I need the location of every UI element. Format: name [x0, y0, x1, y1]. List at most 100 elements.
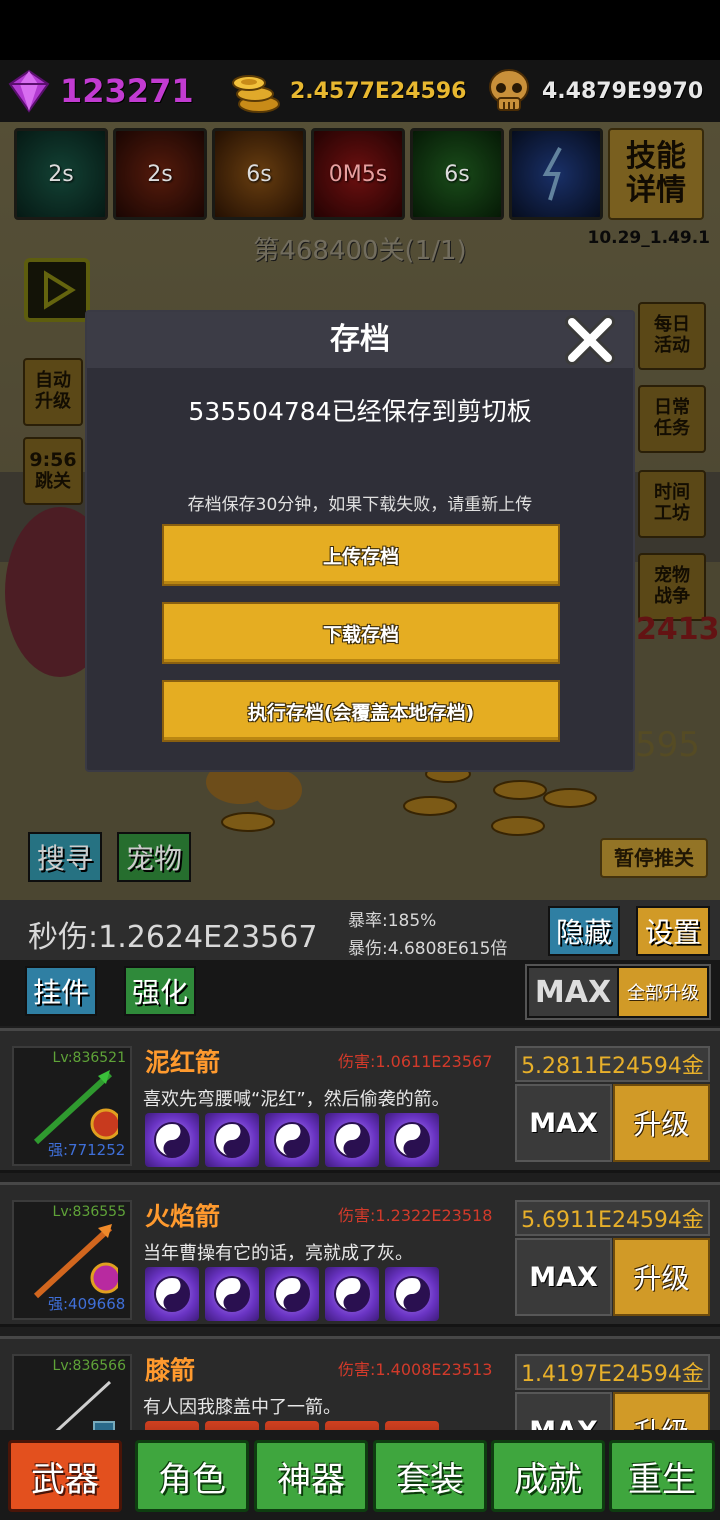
weapon-row: Lv:836555 强:409668 火焰箭 伤害:1.2322E23518 当… — [0, 1182, 720, 1327]
upgrade-label: 升级 — [633, 1108, 690, 1141]
yin-yang-orb-icon — [385, 1267, 439, 1321]
nav-tab-set[interactable]: 套装 — [373, 1440, 487, 1512]
weapon-name: 膝箭 — [145, 1356, 196, 1385]
subtabs-bar: 挂件 强化 MAX 全部升级 — [0, 960, 720, 1026]
upgrade-button[interactable]: 升级 — [613, 1238, 710, 1316]
currency-bar: 123271 2.4577E24596 4.4879E9970 — [0, 60, 720, 122]
nav-tab-rebirth[interactable]: 重生 — [609, 1440, 715, 1512]
close-icon[interactable] — [562, 312, 618, 368]
nav-tab-weapons[interactable]: 武器 — [8, 1440, 122, 1512]
attachment-tab[interactable]: 挂件 — [25, 966, 97, 1016]
upgrade-button[interactable]: 升级 — [613, 1392, 710, 1430]
nav-tab-label: 成就 — [514, 1459, 582, 1500]
weapon-level: Lv:836521 — [52, 1050, 126, 1066]
download-save-label: 下载存档 — [322, 623, 399, 646]
upgrade-all-label: 全部升级 — [627, 983, 699, 1004]
weapon-level: Lv:836555 — [52, 1204, 126, 1220]
skull-count: 4.4879E9970 — [542, 78, 704, 104]
weapon-strength: 强:409668 — [48, 1295, 126, 1313]
skill-cooldown: 6s — [444, 161, 470, 187]
crit-rate-label: 暴率:185% — [348, 911, 437, 931]
gem-slots — [145, 1267, 439, 1321]
upload-save-button[interactable]: 上传存档 — [162, 524, 560, 586]
yin-yang-orb-icon — [265, 1113, 319, 1167]
execute-save-button[interactable]: 执行存档(会覆盖本地存档) — [162, 680, 560, 742]
skill-cooldown: 0M5s — [328, 161, 388, 187]
dialog-note: 存档保存30分钟，如果下载失败，请重新上传 — [187, 495, 533, 515]
gem-slots — [145, 1113, 439, 1167]
gold-count: 2.4577E24596 — [290, 78, 467, 104]
max-button[interactable]: MAX — [515, 1084, 612, 1162]
enhance-tab-label: 强化 — [131, 976, 188, 1009]
weapon-description: 有人因我膝盖中了一箭。 — [143, 1397, 341, 1418]
skill-cooldown: 2s — [147, 161, 173, 187]
skill-cooldown: 6s — [246, 161, 272, 187]
upgrade-button[interactable]: 升级 — [613, 1084, 710, 1162]
pause-push-button[interactable]: 暂停推关 — [600, 838, 708, 878]
weapon-name: 泥红箭 — [145, 1048, 221, 1077]
gem-slots — [145, 1421, 439, 1430]
pause-push-label: 暂停推关 — [614, 845, 694, 870]
max-button[interactable]: MAX — [515, 1238, 612, 1316]
weapon-description: 当年曹操有它的话，亮就成了灰。 — [143, 1243, 413, 1264]
yin-yang-orb-icon — [385, 1113, 439, 1167]
weapon-strength: 强:771252 — [48, 1141, 126, 1159]
weapon-row: Lv:836566 膝箭 伤害:1.4008E23513 有人因我膝盖中了一箭。… — [0, 1336, 720, 1430]
gem-counter: 123271 — [6, 68, 194, 114]
search-button[interactable]: 搜寻 — [28, 832, 102, 882]
settings-label: 设置 — [644, 916, 701, 949]
upgrade-price: 1.4197E24594金 — [515, 1354, 710, 1390]
max-label: MAX — [529, 1107, 598, 1139]
nav-tab-label: 角色 — [158, 1459, 226, 1500]
upload-save-label: 上传存档 — [322, 545, 399, 568]
stats-bar: 秒伤:1.2624E23567 暴率:185% 暴伤:4.6808E615倍 隐… — [0, 900, 720, 960]
bulk-upgrade-group: MAX 全部升级 — [525, 964, 711, 1020]
knee-arrow-icon — [55, 1380, 115, 1430]
gold-coins-icon — [232, 75, 280, 113]
yin-yang-orb-icon — [265, 1267, 319, 1321]
hide-label: 隐藏 — [555, 916, 612, 949]
flame-orb-icon — [325, 1421, 379, 1430]
weapon-damage: 伤害:1.2322E23518 — [338, 1206, 493, 1225]
yin-yang-orb-icon — [205, 1113, 259, 1167]
fire-arrow-icon — [33, 1224, 118, 1299]
bottom-nav: 武器 角色 神器 套装 成就 重生 — [0, 1430, 720, 1520]
gem-icon — [8, 69, 50, 113]
max-toggle-button[interactable]: MAX — [529, 968, 617, 1016]
settings-button[interactable]: 设置 — [636, 906, 710, 956]
download-save-button[interactable]: 下载存档 — [162, 602, 560, 664]
flame-orb-icon — [385, 1421, 439, 1430]
flame-orb-icon — [265, 1421, 319, 1430]
skill-cooldown: 2s — [48, 161, 74, 187]
flame-orb-icon — [205, 1421, 259, 1430]
upgrade-price: 5.6911E24594金 — [515, 1200, 710, 1236]
pet-button[interactable]: 宠物 — [117, 832, 191, 882]
nav-tab-label: 套装 — [396, 1459, 464, 1500]
search-label: 搜寻 — [36, 842, 93, 875]
weapon-thumbnail[interactable]: Lv:836521 强:771252 — [12, 1046, 132, 1166]
execute-save-label: 执行存档(会覆盖本地存档) — [247, 701, 475, 724]
flame-orb-icon — [145, 1421, 199, 1430]
hide-button[interactable]: 隐藏 — [548, 906, 620, 956]
upgrade-price: 5.2811E24594金 — [515, 1046, 710, 1082]
max-label: MAX — [529, 1416, 598, 1431]
nav-tab-achievement[interactable]: 成就 — [491, 1440, 605, 1512]
upgrade-all-button[interactable]: 全部升级 — [619, 968, 707, 1016]
max-toggle-label: MAX — [534, 974, 612, 1010]
weapon-thumbnail[interactable]: Lv:836566 — [12, 1354, 132, 1430]
weapon-thumbnail[interactable]: Lv:836555 强:409668 — [12, 1200, 132, 1320]
nav-tab-artifact[interactable]: 神器 — [254, 1440, 368, 1512]
nav-tab-character[interactable]: 角色 — [135, 1440, 249, 1512]
weapon-damage: 伤害:1.0611E23567 — [338, 1052, 493, 1071]
weapon-description: 喜欢先弯腰喊“泥红”，然后偷袭的箭。 — [143, 1089, 450, 1110]
weapon-level: Lv:836566 — [52, 1358, 126, 1374]
yin-yang-orb-icon — [205, 1267, 259, 1321]
skull-counter: 4.4879E9970 — [484, 68, 703, 114]
upgrade-label: 升级 — [633, 1411, 689, 1430]
nav-tab-label: 武器 — [31, 1459, 99, 1500]
nav-tab-label: 重生 — [628, 1459, 696, 1500]
crit-damage-label: 暴伤:4.6808E615倍 — [348, 939, 508, 959]
enhance-tab[interactable]: 强化 — [124, 966, 196, 1016]
gold-counter: 2.4577E24596 — [228, 68, 466, 114]
max-button[interactable]: MAX — [515, 1392, 612, 1430]
